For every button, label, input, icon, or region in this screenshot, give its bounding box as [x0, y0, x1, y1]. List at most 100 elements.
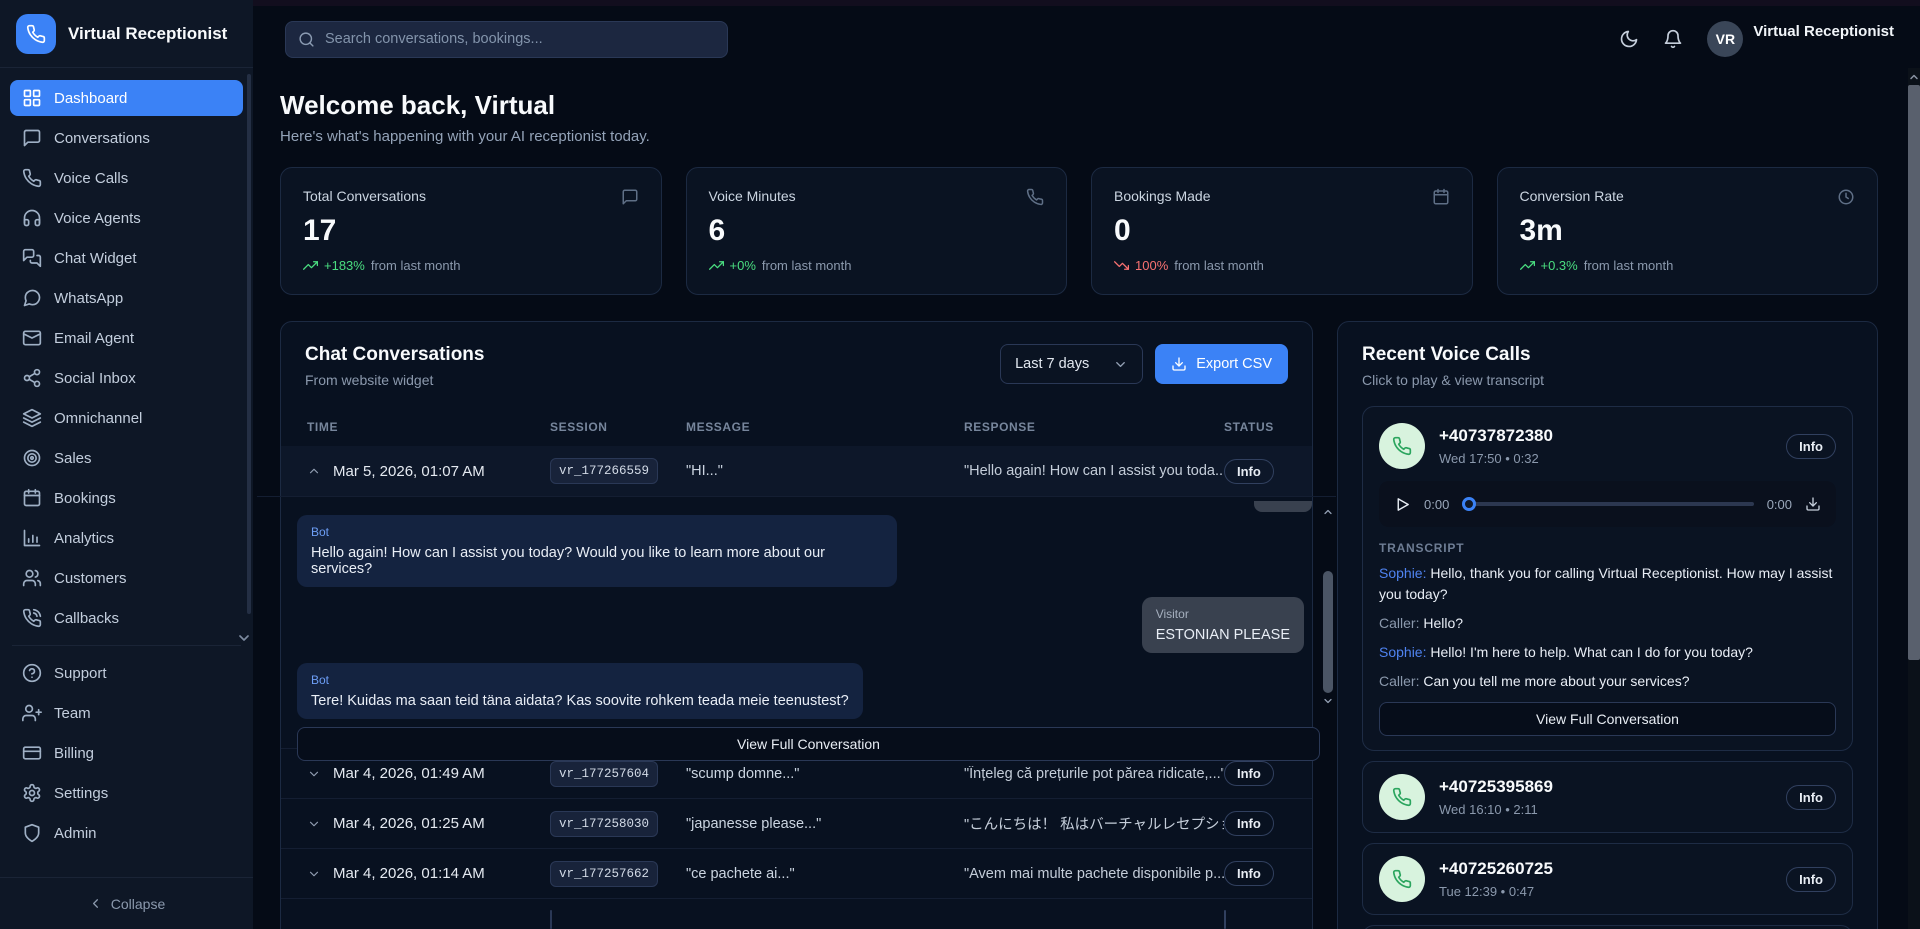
sidebar-item-voice-agents[interactable]: Voice Agents [10, 200, 243, 236]
table-row-partial[interactable] [281, 898, 1312, 929]
info-badge [1224, 910, 1226, 929]
message-circle-icon [22, 288, 42, 308]
chevron-down-icon[interactable] [1322, 694, 1334, 706]
page-scrollbar-thumb[interactable] [1908, 85, 1920, 660]
sidebar-item-analytics[interactable]: Analytics [10, 520, 243, 556]
chevron-down-icon [307, 817, 321, 831]
info-badge[interactable]: Info [1786, 434, 1836, 459]
sidebar-item-label: Voice Calls [54, 170, 128, 187]
sidebar-item-label: Dashboard [54, 90, 127, 107]
sidebar-item-admin[interactable]: Admin [10, 815, 243, 851]
stat-label: Conversion Rate [1520, 188, 1624, 204]
mail-icon [22, 328, 42, 348]
sidebar-item-omnichannel[interactable]: Omnichannel [10, 400, 243, 436]
table-row[interactable]: Mar 5, 2026, 01:07 AM vr_177266559 "HI..… [281, 446, 1312, 496]
date-range-value: Last 7 days [1015, 356, 1089, 372]
export-csv-button[interactable]: Export CSV [1155, 344, 1288, 384]
app-root: Virtual Receptionist Dashboard Conversat… [0, 0, 1920, 929]
sidebar-collapse-button[interactable]: Collapse [0, 877, 253, 929]
chevron-up-icon[interactable] [1322, 505, 1334, 517]
row-response: "Hello again! How can I assist you toda.… [964, 463, 1224, 479]
sidebar-item-dashboard[interactable]: Dashboard [10, 80, 243, 116]
global-search[interactable] [285, 21, 728, 58]
sidebar-item-label: Conversations [54, 130, 150, 147]
share-icon [22, 368, 42, 388]
slider-knob[interactable] [1462, 497, 1476, 511]
sidebar-item-bookings[interactable]: Bookings [10, 480, 243, 516]
sidebar-item-label: Social Inbox [54, 370, 136, 387]
info-badge[interactable]: Info [1224, 761, 1274, 786]
sidebar-item-label: Admin [54, 825, 97, 842]
phone-call-icon [1379, 423, 1425, 469]
date-range-select[interactable]: Last 7 days [1000, 344, 1143, 384]
stat-value: 3m [1520, 214, 1856, 248]
sidebar-item-callbacks[interactable]: Callbacks [10, 600, 243, 636]
sidebar-item-label: Sales [54, 450, 92, 467]
chat-conversations-panel: Chat Conversations From website widget L… [280, 321, 1313, 929]
sidebar-scrollbar-thumb[interactable] [247, 74, 251, 614]
chevron-up-icon [307, 464, 321, 478]
sidebar-item-label: Omnichannel [54, 410, 142, 427]
transcript-line: Sophie: Hello! I'm here to help. What ca… [1379, 642, 1836, 663]
voice-call-card[interactable]: +40737872380 Wed 17:50 • 0:32 Info 0:00 … [1362, 406, 1853, 751]
page-title: Welcome back, Virtual [280, 90, 1878, 121]
stats-row: Total Conversations 17 +183%from last mo… [280, 167, 1878, 295]
info-badge[interactable]: Info [1224, 811, 1274, 836]
info-badge[interactable]: Info [1786, 785, 1836, 810]
sidebar-item-team[interactable]: Team [10, 695, 243, 731]
users-icon [22, 568, 42, 588]
transcript-text: Hello? [1419, 615, 1463, 631]
table-row[interactable]: Mar 4, 2026, 01:14 AM vr_177257662 "ce p… [281, 848, 1312, 898]
voice-call-card[interactable]: +40725395869 Wed 16:10 • 2:11 Info [1362, 761, 1853, 833]
phone-logo-icon [16, 14, 56, 54]
transcript-speaker: Sophie: [1379, 644, 1426, 660]
sidebar-item-voice-calls[interactable]: Voice Calls [10, 160, 243, 196]
headphones-icon [22, 208, 42, 228]
stat-label: Voice Minutes [709, 188, 796, 204]
view-full-conversation-button[interactable]: View Full Conversation [297, 727, 1320, 761]
transcript-speaker: Caller: [1379, 615, 1419, 631]
chat-scrollbar[interactable] [1322, 505, 1334, 706]
info-badge[interactable]: Info [1224, 459, 1274, 484]
seek-slider[interactable] [1462, 497, 1753, 511]
sidebar-item-settings[interactable]: Settings [10, 775, 243, 811]
sidebar-item-whatsapp[interactable]: WhatsApp [10, 280, 243, 316]
download-icon[interactable] [1805, 496, 1821, 512]
sidebar-item-support[interactable]: Support [10, 655, 243, 691]
sidebar-item-social-inbox[interactable]: Social Inbox [10, 360, 243, 396]
sidebar-item-billing[interactable]: Billing [10, 735, 243, 771]
info-badge[interactable]: Info [1224, 861, 1274, 886]
voice-call-card[interactable]: +40725260725 Tue 12:39 • 0:47 Info [1362, 843, 1853, 915]
user-plus-icon [22, 703, 42, 723]
avatar[interactable]: VR [1707, 21, 1743, 57]
search-input[interactable] [325, 31, 715, 47]
chat-scrollbar-thumb[interactable] [1323, 571, 1333, 693]
column-time: TIME [307, 420, 550, 434]
info-badge[interactable]: Info [1786, 867, 1836, 892]
notifications-bell-icon[interactable] [1663, 29, 1683, 49]
stat-note: from last month [762, 258, 852, 273]
sidebar-item-email-agent[interactable]: Email Agent [10, 320, 243, 356]
profile-menu[interactable]: VR Virtual Receptionist [1707, 21, 1894, 57]
dark-mode-toggle-moon-icon[interactable] [1619, 29, 1639, 49]
export-csv-label: Export CSV [1196, 356, 1272, 372]
bubble-text: ESTONIAN PLEASE [1156, 627, 1290, 643]
view-full-conversation-button[interactable]: View Full Conversation [1379, 702, 1836, 736]
sidebar-item-label: Team [54, 705, 91, 722]
table-row[interactable]: Mar 4, 2026, 01:25 AM vr_177258030 "japa… [281, 798, 1312, 848]
row-time: Mar 4, 2026, 01:25 AM [333, 815, 550, 832]
layout-grid-icon [22, 88, 42, 108]
sidebar-item-customers[interactable]: Customers [10, 560, 243, 596]
scroll-up-arrow-icon[interactable] [1908, 70, 1920, 82]
sidebar-item-chat-widget[interactable]: Chat Widget [10, 240, 243, 276]
sidebar-item-label: Support [54, 665, 107, 682]
stat-note: from last month [1584, 258, 1674, 273]
page-scrollbar[interactable] [1908, 68, 1920, 929]
play-icon[interactable] [1394, 496, 1411, 513]
voice-call-card-partial[interactable] [1362, 925, 1853, 929]
row-message: "HI..." [686, 463, 964, 479]
sidebar-item-conversations[interactable]: Conversations [10, 120, 243, 156]
row-time: Mar 4, 2026, 01:49 AM [333, 765, 550, 782]
collapse-label: Collapse [111, 896, 165, 912]
sidebar-item-sales[interactable]: Sales [10, 440, 243, 476]
